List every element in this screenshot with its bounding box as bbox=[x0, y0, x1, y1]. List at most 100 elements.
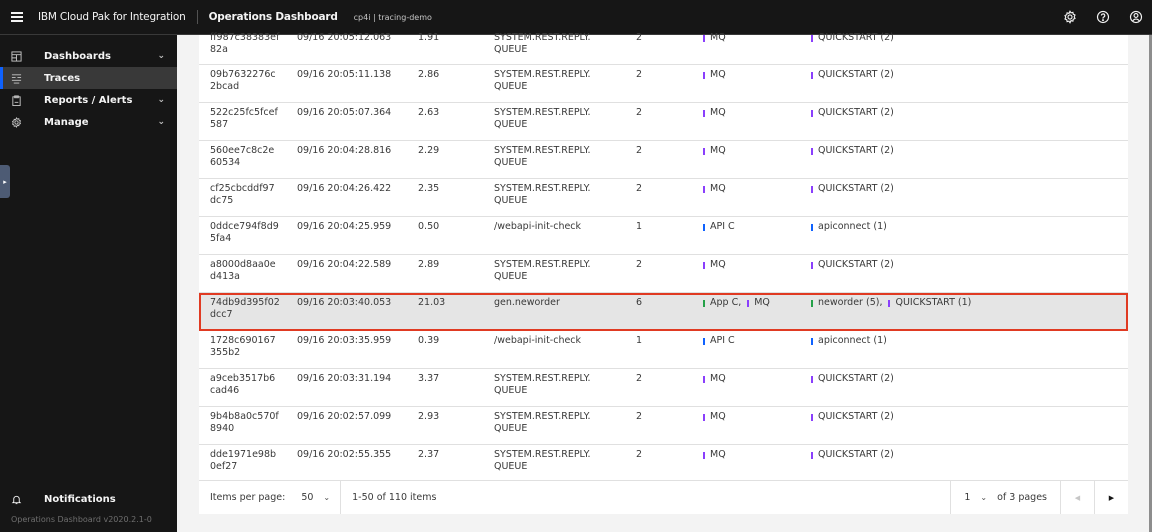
caret-left-icon: ◀ bbox=[1074, 493, 1081, 502]
type-tag: App C, bbox=[703, 297, 741, 309]
type-tag: MQ bbox=[703, 183, 726, 195]
header-divider bbox=[196, 10, 198, 24]
color-marker-icon bbox=[811, 147, 813, 155]
trace-id[interactable]: dde1971e98b0ef27 bbox=[199, 445, 297, 482]
services: neworder (5), QUICKSTART (1) bbox=[811, 293, 1128, 330]
trace-name: /webapi-init-check bbox=[494, 221, 582, 232]
color-marker-icon bbox=[703, 109, 705, 117]
chevron-down-icon: ⌄ bbox=[980, 493, 988, 502]
services: apiconnect (1) bbox=[811, 331, 1128, 368]
span-count: 2 bbox=[636, 32, 643, 43]
app-title: Operations Dashboard bbox=[208, 11, 338, 23]
bell-icon bbox=[0, 494, 32, 505]
start-time: 09/16 20:04:26.422 bbox=[297, 183, 392, 194]
color-marker-icon bbox=[703, 147, 705, 155]
notifications-label: Notifications bbox=[44, 493, 116, 505]
duration: 2.93 bbox=[418, 411, 440, 422]
type-tag: MQ bbox=[747, 297, 770, 309]
main-content: ff987c38383ef82a 09/16 20:05:12.063 1.91 SY… bbox=[177, 32, 1152, 532]
table-row[interactable]: 1728c690167355b2 09/16 20:03:35.959 0.39/w… bbox=[199, 331, 1128, 369]
sidebar-item-label: Manage bbox=[44, 116, 89, 128]
color-marker-icon bbox=[703, 34, 705, 42]
duration: 2.63 bbox=[418, 107, 440, 118]
table-row-selected[interactable]: 74db9d395f02dcc7 09/16 20:03:40.053 21.03 g… bbox=[199, 293, 1128, 331]
clipboard-icon bbox=[0, 94, 32, 106]
chevron-down-icon: ⌄ bbox=[157, 51, 165, 61]
color-marker-icon bbox=[811, 413, 813, 421]
page-select[interactable]: 1 ⌄ of 3 pages bbox=[950, 481, 1060, 514]
sidebar-item-reports-alerts[interactable]: Reports / Alerts ⌄ bbox=[0, 89, 177, 111]
span-count: 2 bbox=[636, 373, 643, 384]
color-marker-icon bbox=[811, 299, 813, 307]
start-time: 09/16 20:04:22.589 bbox=[297, 259, 392, 270]
trace-name: SYSTEM.REST.REPLY.QUEUE bbox=[494, 259, 591, 282]
service-tag: QUICKSTART (2) bbox=[811, 69, 894, 81]
type-tag: API C bbox=[703, 335, 735, 347]
table-row[interactable]: a8000d8aa0ed413a 09/16 20:04:22.589 2.89 SY… bbox=[199, 255, 1128, 293]
dashboard-icon bbox=[0, 50, 32, 62]
trace-id[interactable]: 74db9d395f02dcc7 bbox=[199, 293, 297, 330]
trace-name: SYSTEM.REST.REPLY.QUEUE bbox=[494, 69, 591, 92]
table-row[interactable]: 09b7632276c2bcad 09/16 20:05:11.138 2.86 SY… bbox=[199, 65, 1128, 103]
sidebar-item-manage[interactable]: Manage ⌄ bbox=[0, 111, 177, 133]
table-row[interactable]: a9ceb3517b6cad46 09/16 20:03:31.194 3.37 SY… bbox=[199, 369, 1128, 407]
component-types: MQ bbox=[703, 179, 811, 216]
trace-id[interactable]: cf25cbcddf97dc75 bbox=[199, 179, 297, 216]
chevron-down-icon: ⌄ bbox=[323, 493, 331, 502]
trace-id[interactable]: 0ddce794f8d95fa4 bbox=[199, 217, 297, 254]
sidebar-item-traces[interactable]: Traces bbox=[0, 67, 177, 89]
brand-name: IBM Cloud Pak for Integration bbox=[38, 11, 186, 23]
table-row[interactable]: ff987c38383ef82a 09/16 20:05:12.063 1.91 SY… bbox=[199, 32, 1128, 65]
pagination: Items per page: 50 ⌄ 1-50 of 110 items 1… bbox=[199, 480, 1128, 514]
items-per-page-select[interactable]: 50 ⌄ bbox=[301, 492, 340, 503]
table-row[interactable]: 9b4b8a0c570f8940 09/16 20:02:57.099 2.93 SY… bbox=[199, 407, 1128, 445]
color-marker-icon bbox=[811, 337, 813, 345]
services: QUICKSTART (2) bbox=[811, 407, 1128, 444]
trace-id[interactable]: a8000d8aa0ed413a bbox=[199, 255, 297, 292]
color-marker-icon bbox=[811, 109, 813, 117]
span-count: 2 bbox=[636, 183, 643, 194]
duration: 2.29 bbox=[418, 145, 440, 156]
duration: 2.35 bbox=[418, 183, 440, 194]
table-row[interactable]: 0ddce794f8d95fa4 09/16 20:04:25.959 0.50/w… bbox=[199, 217, 1128, 255]
start-time: 09/16 20:03:35.959 bbox=[297, 335, 392, 346]
start-time: 09/16 20:05:07.364 bbox=[297, 107, 392, 118]
next-page-button[interactable]: ▶ bbox=[1094, 481, 1128, 514]
component-types: App C, MQ bbox=[703, 293, 811, 330]
previous-page-button[interactable]: ◀ bbox=[1060, 481, 1094, 514]
services: QUICKSTART (2) bbox=[811, 255, 1128, 292]
trace-id[interactable]: 1728c690167355b2 bbox=[199, 331, 297, 368]
component-types: MQ bbox=[703, 28, 811, 64]
expand-panel-handle[interactable]: ▸ bbox=[0, 165, 10, 198]
trace-id[interactable]: 9b4b8a0c570f8940 bbox=[199, 407, 297, 444]
notifications-button[interactable]: Notifications bbox=[0, 489, 177, 509]
trace-id[interactable]: 560ee7c8c2e60534 bbox=[199, 141, 297, 178]
type-tag: MQ bbox=[703, 145, 726, 157]
table-row[interactable]: 560ee7c8c2e60534 09/16 20:04:28.816 2.29 SY… bbox=[199, 141, 1128, 179]
menu-icon[interactable] bbox=[0, 0, 34, 35]
service-tag: QUICKSTART (2) bbox=[811, 449, 894, 461]
duration: 1.91 bbox=[418, 32, 440, 43]
services: QUICKSTART (2) bbox=[811, 65, 1128, 102]
services: QUICKSTART (2) bbox=[811, 445, 1128, 482]
color-marker-icon bbox=[703, 413, 705, 421]
start-time: 09/16 20:05:11.138 bbox=[297, 69, 392, 80]
duration: 2.89 bbox=[418, 259, 440, 270]
span-count: 2 bbox=[636, 69, 643, 80]
trace-name: /webapi-init-check bbox=[494, 335, 582, 346]
table-row[interactable]: dde1971e98b0ef27 09/16 20:02:55.355 2.37 SY… bbox=[199, 445, 1128, 483]
color-marker-icon bbox=[703, 337, 705, 345]
trace-id[interactable]: a9ceb3517b6cad46 bbox=[199, 369, 297, 406]
table-row[interactable]: cf25cbcddf97dc75 09/16 20:04:26.422 2.35 SY… bbox=[199, 179, 1128, 217]
trace-id[interactable]: 522c25fc5fcef587 bbox=[199, 103, 297, 140]
type-tag: MQ bbox=[703, 259, 726, 271]
trace-id[interactable]: ff987c38383ef82a bbox=[199, 28, 297, 64]
duration: 21.03 bbox=[418, 297, 446, 308]
span-count: 2 bbox=[636, 449, 643, 460]
sidebar-item-dashboards[interactable]: Dashboards ⌄ bbox=[0, 45, 177, 67]
gear-icon bbox=[0, 116, 32, 128]
table-row[interactable]: 522c25fc5fcef587 09/16 20:05:07.364 2.63 SY… bbox=[199, 103, 1128, 141]
type-tag: MQ bbox=[703, 373, 726, 385]
trace-id[interactable]: 09b7632276c2bcad bbox=[199, 65, 297, 102]
start-time: 09/16 20:04:28.816 bbox=[297, 145, 392, 156]
